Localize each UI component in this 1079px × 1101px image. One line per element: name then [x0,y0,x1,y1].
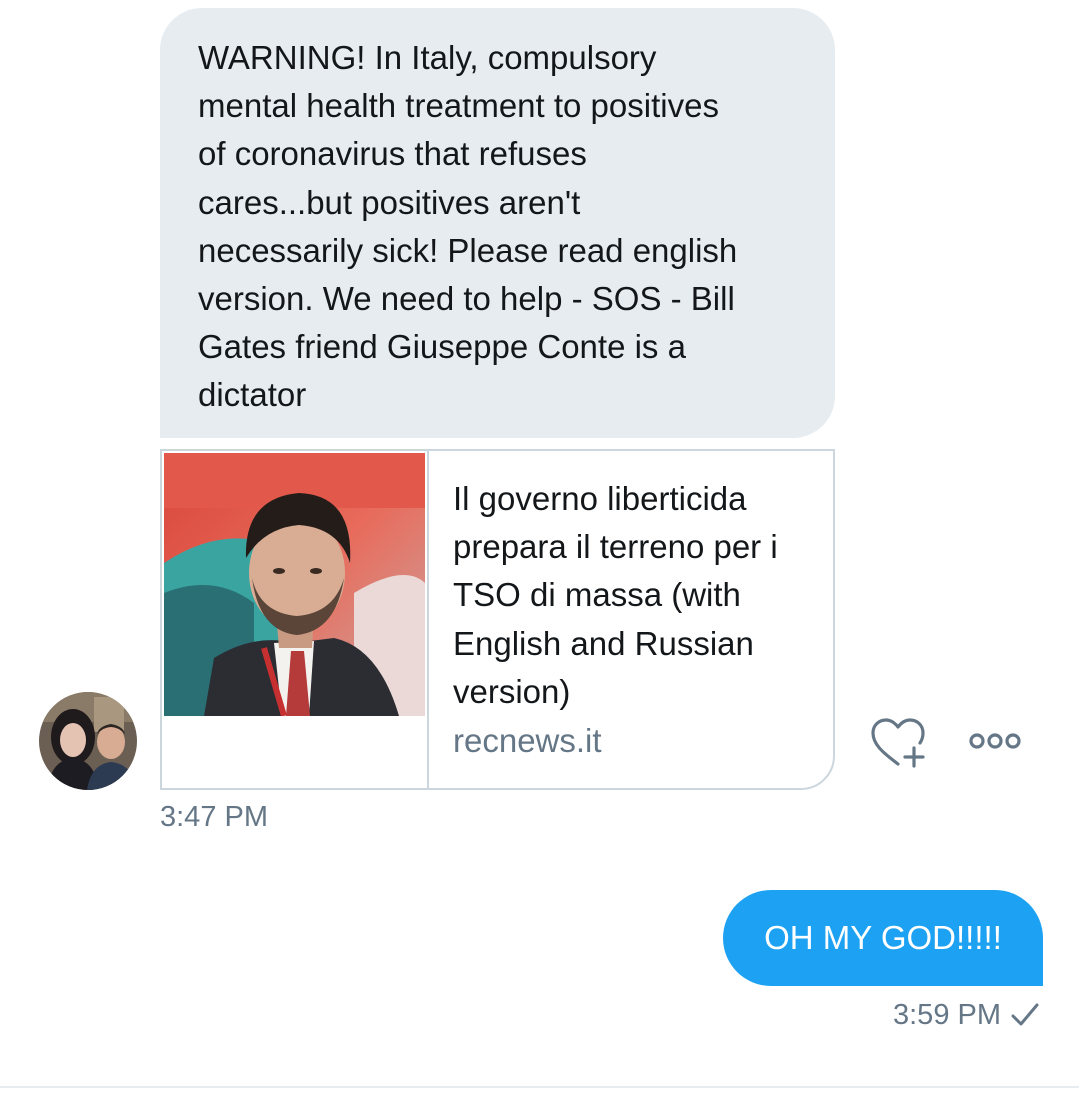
outgoing-status-row: 3:59 PM [893,997,1039,1033]
link-preview-card[interactable]: Il governo liberticida prepara il terren… [160,449,835,790]
outgoing-message-text: OH MY GOD!!!!! [764,919,1002,956]
message-line: necessarily sick! Please read english [198,231,738,269]
message-line: WARNING! In Italy, compulsory [198,39,657,76]
message-line: cares...but positives aren't [198,183,581,221]
message-line: Gates friend Giuseppe Conte is a [198,328,686,366]
link-title-line: English and Russian [453,624,754,662]
incoming-message-bubble[interactable]: WARNING! In Italy, compulsory mental hea… [160,8,835,438]
message-line: of coronavirus that refuses [198,135,587,173]
message-line: mental health treatment to positives [198,87,719,125]
more-options-icon [969,733,1021,749]
link-title-line: Il governo liberticida [453,480,747,517]
outgoing-message-bubble[interactable]: OH MY GOD!!!!! [723,890,1043,986]
link-preview-title: Il governo liberticida prepara il terren… [453,475,823,716]
outgoing-timestamp: 3:59 PM [893,999,1001,1031]
link-thumbnail-image [164,453,425,716]
bottom-divider [0,1086,1079,1088]
link-title-line: TSO di massa (with [453,576,741,614]
like-button[interactable] [868,716,928,770]
link-title-line: prepara il terreno per i [453,528,778,566]
message-line: version. We need to help - SOS - Bill [198,280,735,318]
message-line: dictator [198,376,307,414]
link-thumbnail-column [162,451,429,788]
more-options-button[interactable] [968,730,1022,752]
heart-plus-icon [871,718,925,768]
avatar-image [39,692,137,790]
link-preview-domain: recnews.it [453,722,602,759]
checkmark-icon [1011,1003,1039,1026]
sender-avatar[interactable] [39,692,137,790]
incoming-timestamp: 3:47 PM [160,801,268,833]
link-title-line: version) [453,672,571,710]
